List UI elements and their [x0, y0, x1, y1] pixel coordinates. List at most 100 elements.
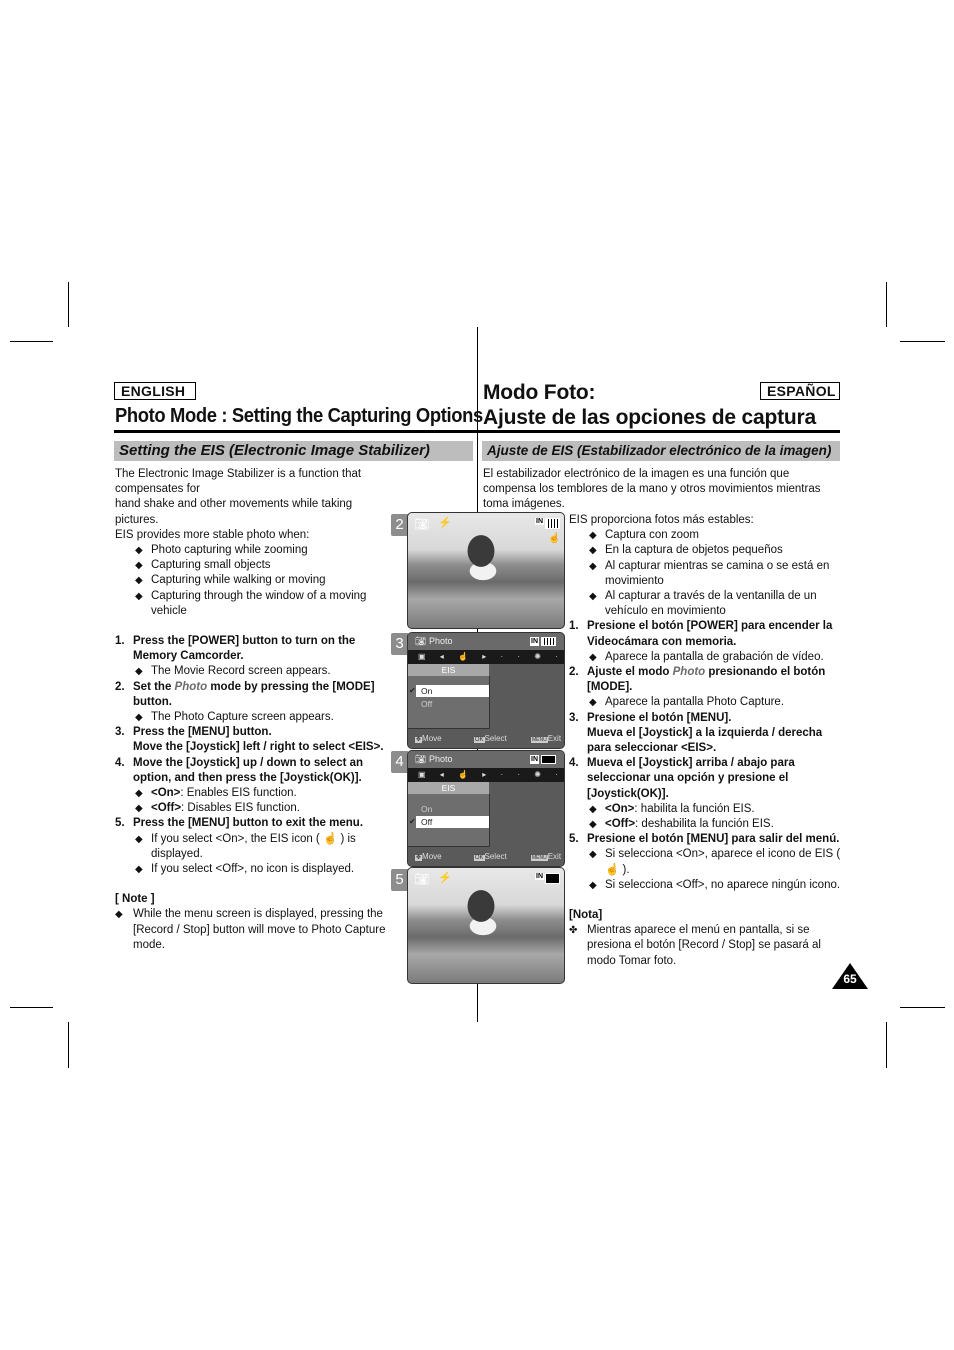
step-note: ◆ Si selecciona <On>, aparece el icono de… — [569, 847, 850, 877]
step-note-text: If you select <Off>, no icon is displaye… — [151, 863, 355, 876]
battery-icon — [545, 518, 560, 529]
option-on[interactable]: On — [416, 803, 489, 815]
step-note: ◆ Aparece la pantalla Photo Capture. — [569, 695, 844, 710]
spanish-subheading: Ajuste de EIS (Estabilizador electrónico… — [482, 441, 840, 461]
step-note-text: The Movie Record screen appears. — [151, 665, 331, 678]
ok-key-icon: OK — [473, 855, 485, 861]
diamond-bullet-icon: ◆ — [589, 651, 597, 663]
camera-icon: 📷︎ — [414, 872, 430, 886]
step-text: Ajuste el modo — [587, 666, 673, 679]
step-note: ◆ <On>: Enables EIS function. — [115, 786, 395, 801]
diamond-bullet-icon: ◆ — [135, 712, 143, 724]
option-desc: : deshabilita la función EIS. — [635, 818, 774, 831]
step-5: 5. Presione el botón [MENU] para salir de… — [569, 832, 872, 847]
screen-number: 2 — [391, 514, 408, 536]
intro-line: The Electronic Image Stabilizer is a fun… — [115, 468, 362, 496]
mode-name: Photo — [174, 680, 208, 693]
memory-badge: IN — [535, 518, 544, 525]
note-text: Mientras aparece el menú en pantalla, si… — [587, 924, 821, 967]
intro-line: toma imágenes. — [483, 498, 565, 511]
step-number: 2. — [115, 680, 125, 693]
option-off[interactable]: ✔ Off — [409, 816, 489, 828]
step-text: Move the [Joystick] left / right to sele… — [133, 741, 384, 754]
step-text: Mueva el [Joystick] a la izquierda / der… — [587, 726, 823, 755]
step-note-text: Aparece la pantalla de grabación de víde… — [605, 650, 824, 663]
camera-icon: 📷︎ — [415, 754, 427, 764]
step-note: ◆ <On>: habilita la función EIS. — [569, 802, 844, 817]
step-text: Set the — [133, 680, 175, 693]
exit-hint: Exit — [547, 734, 562, 743]
step-note-text: Aparece la pantalla Photo Capture. — [605, 696, 785, 709]
step-note: ◆ If you select <On>, the EIS icon ( ☝ ) … — [115, 832, 366, 862]
select-hint: Select — [484, 734, 507, 743]
bullet-item: ◆ En la captura de objetos pequeños — [569, 543, 844, 558]
screen-number: 3 — [391, 633, 408, 655]
option-desc: : Enables EIS function. — [180, 787, 297, 800]
step-text: Press the [MENU] button. — [133, 726, 272, 739]
intro-line: compensa los temblores de la mano y otro… — [483, 483, 821, 496]
diamond-bullet-icon: ◆ — [589, 697, 597, 709]
step-text: Press the [POWER] button to turn on the … — [133, 635, 356, 663]
option-desc: : Disables EIS function. — [181, 802, 300, 815]
step-note-text: Si selecciona <On>, aparece el icono de … — [605, 848, 841, 876]
crop-mark — [886, 282, 887, 327]
crop-mark — [68, 1022, 69, 1068]
title-rule — [114, 430, 477, 433]
check-icon: ✔ — [409, 686, 416, 695]
english-label: ENGLISH — [114, 382, 196, 400]
step-note: ◆ The Photo Capture screen appears. — [115, 710, 395, 725]
diamond-bullet-icon: ◆ — [589, 560, 597, 572]
diamond-bullet-icon: ◆ — [135, 560, 143, 572]
step-text: Presione el botón [MENU]. — [587, 711, 732, 724]
page-number: 65 — [843, 972, 857, 986]
step-4: 4. Move the [Joystick] up / down to selec… — [115, 756, 388, 786]
crop-mark — [10, 341, 53, 342]
menu-icon-bar[interactable]: ▣ ◂ ☝ ▸ · · ✺ · ◙ · ▞ — [408, 768, 564, 793]
crop-mark — [886, 1022, 887, 1068]
joystick-icon: ✥ — [415, 737, 423, 743]
screen-number: 5 — [391, 869, 408, 891]
crop-mark — [900, 341, 945, 342]
step-number: 1. — [569, 620, 579, 633]
step-3: 3. Presione el botón [MENU]. Mueva el [Joy… — [569, 711, 847, 757]
note-title: [ Note ] — [115, 893, 155, 906]
diamond-bullet-icon: ◆ — [135, 545, 143, 557]
step-3: 3. Press the [MENU] button. Move the [Joys… — [115, 725, 395, 755]
camera-screen-photo: 📷︎ ⚡ IN ☝ — [407, 512, 565, 629]
spanish-title-line2: Ajuste de las opciones de captura — [483, 406, 816, 429]
spanish-intro: El estabilizador electrónico de la image… — [483, 467, 843, 513]
spanish-label: ESPAÑOL — [760, 382, 840, 400]
spanish-body: EIS proporciona fotos más estables: ◆ Cap… — [569, 513, 844, 969]
memory-badge: IN — [530, 637, 539, 646]
camera-icon: 📷︎ — [415, 636, 427, 646]
diamond-bullet-icon: ◆ — [589, 545, 597, 557]
bullet-text: Captura con zoom — [605, 529, 699, 542]
menu-item-label: EIS — [408, 664, 489, 676]
battery-icon — [541, 755, 556, 764]
spanish-title-line1: Modo Foto: — [483, 381, 596, 404]
bullet-item: ◆ Al capturar a través de la ventanilla d… — [569, 589, 835, 619]
option-off[interactable]: Off — [416, 698, 489, 710]
bullet-text: Photo capturing while zooming — [151, 544, 308, 557]
check-icon: ✔ — [409, 817, 416, 826]
step-2: 2. Set the Photo mode by pressing the [MO… — [115, 680, 393, 710]
diamond-bullet-icon: ◆ — [135, 864, 143, 876]
title-rule — [478, 430, 840, 433]
step-number: 3. — [115, 726, 125, 739]
flash-icon: ⚡ — [438, 872, 452, 884]
intro-line: El estabilizador electrónico de la image… — [483, 468, 790, 480]
menu-icon-bar[interactable]: ▣ ◂ ☝ ▸ · · ✺ · ◙ · ▞ — [408, 650, 564, 675]
bullet-text: Capturing through the window of a moving… — [151, 589, 367, 617]
memory-badge: IN — [535, 873, 544, 880]
ok-key-icon: OK — [473, 737, 485, 743]
step-4: 4. Mueva el [Joystick] arriba / abajo par… — [569, 756, 817, 802]
menu-header: 📷︎ Photo IN — [408, 633, 564, 650]
option-list: On ✔ Off — [408, 794, 490, 847]
step-number: 5. — [115, 817, 125, 830]
move-hint: Move — [422, 852, 442, 861]
diamond-bullet-icon: ◆ — [589, 849, 597, 861]
menu-footer: ✥Move OKSelect MENUExit — [408, 730, 564, 748]
option-on[interactable]: ✔ On — [409, 685, 489, 697]
diamond-bullet-icon: ◆ — [589, 879, 597, 891]
intro-line: EIS provides more stable photo when: — [115, 528, 310, 541]
